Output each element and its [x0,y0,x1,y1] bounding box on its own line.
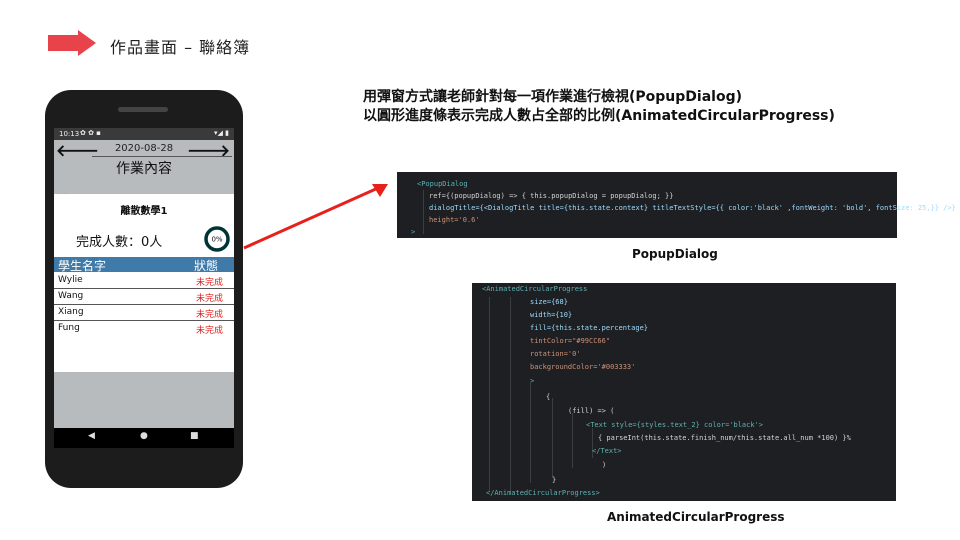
code-line: <Text style={styles.text_2} color='black… [586,421,764,429]
table-row[interactable]: Wylie 未完成 [54,273,234,289]
student-name: Xiang [58,307,84,317]
student-status: 未完成 [196,294,224,304]
code-line: width={10} [530,311,573,319]
arrow-right-icon [48,30,96,56]
table-header: 學生名字 狀態 [54,257,234,273]
status-bar: 10:13 ✿ ✿ ▪ ▾◢ ▮ [54,128,234,140]
code-line: rotation='0' [530,350,581,358]
table-row[interactable]: Xiang 未完成 [54,305,234,321]
code-line: <PopupDialog [417,180,468,188]
code-line: ) [602,461,607,469]
student-name: Wang [58,291,84,301]
code-line: dialogTitle={<DialogTitle title={this.st… [429,204,956,212]
signal-battery-icon: ▾◢ ▮ [214,129,229,137]
student-status: 未完成 [196,310,224,320]
nav-back-icon[interactable]: ◀ [88,431,95,441]
caption-popupdialog: PopupDialog [632,247,718,261]
description-line-2: 以圓形進度條表示完成人數占全部的比例(AnimatedCircularProgr… [363,108,835,124]
code-line: (fill) => ( [568,407,615,415]
circular-progress: 0% [204,226,230,252]
code-line: height='0.6' [429,216,480,224]
progress-percent-label: 0% [211,236,222,244]
table-row[interactable]: Fung 未完成 [54,321,234,336]
connector-arrow-icon [243,184,388,250]
column-name-header: 學生名字 [58,259,107,273]
student-name: Wylie [58,275,83,285]
slide-title: 作品畫面 – 聯絡簿 [110,38,251,57]
nav-home-icon[interactable]: ● [140,431,148,441]
student-status: 未完成 [196,278,224,288]
popup-dialog: 離散數學1 完成人數：0人 0% 學生名字 狀態 Wylie 未完成 Wang … [54,194,234,372]
description: 用彈窗方式讓老師針對每一項作業進行檢視(PopupDialog) 以圓形進度條表… [363,88,835,126]
screen-title: 作業內容 [116,161,172,177]
code-line: > [530,377,535,385]
done-count-label: 完成人數：0人 [76,235,163,250]
description-line-1: 用彈窗方式讓老師針對每一項作業進行檢視(PopupDialog) [363,89,742,105]
navigation-bar: ◀ ● ■ [54,428,234,448]
code-line: size={68} [530,298,568,306]
nav-recent-icon[interactable]: ■ [190,431,199,441]
next-date-arrow-icon[interactable]: 🡒 [187,140,230,160]
code-line: </AnimatedCircularProgress> [486,489,600,497]
code-line: > [411,228,416,236]
date-divider [92,156,232,157]
table-row[interactable]: Wang 未完成 [54,289,234,305]
phone-speaker [118,107,168,112]
code-line: </Text> [592,447,622,455]
student-name: Fung [58,323,80,333]
code-line: tintColor="#99CC66" [530,337,611,345]
code-panel-animatedcircularprogress: <AnimatedCircularProgress size={68} widt… [472,283,896,501]
student-status: 未完成 [196,326,224,336]
code-line: } [552,476,557,484]
code-line: { parseInt(this.state.finish_num/this.st… [598,434,851,442]
status-time: 10:13 [59,130,80,138]
code-line: backgroundColor='#003333' [530,363,636,371]
code-line: { [546,393,551,401]
caption-animatedcircularprogress: AnimatedCircularProgress [607,510,785,524]
code-line: ref={(popupDialog) => { this.popupDialog… [429,192,674,200]
phone-screen: 10:13 ✿ ✿ ▪ ▾◢ ▮ 🡐 2020-08-28 🡒 作業內容 ...… [54,128,234,448]
dialog-title: 離散數學1 [120,206,168,217]
code-line: fill={this.state.percentage} [530,324,649,332]
notification-icons: ✿ ✿ ▪ [80,129,101,137]
code-line: <AnimatedCircularProgress [482,285,588,293]
column-status-header: 狀態 [194,259,219,273]
code-panel-popupdialog: <PopupDialog ref={(popupDialog) => { thi… [397,172,956,238]
